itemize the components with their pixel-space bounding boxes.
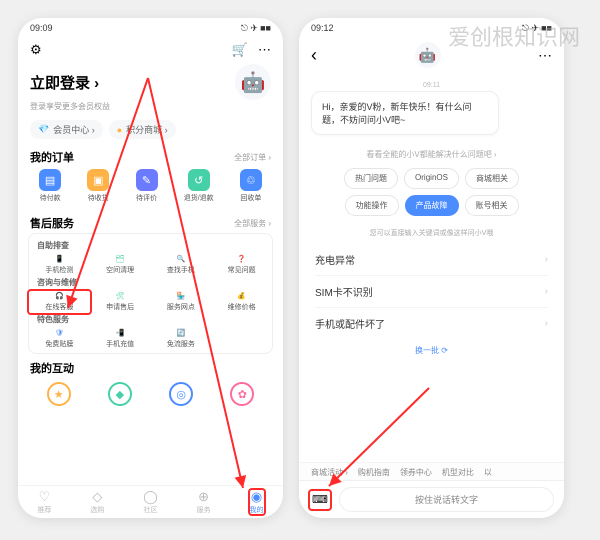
consult-label: 咨询与维修 [29, 277, 272, 290]
tab-service[interactable]: ⊕服务 [197, 489, 211, 515]
pill-account[interactable]: 账号相关 [465, 195, 519, 216]
keyboard-icon[interactable]: ⌨ [309, 489, 331, 511]
login-subtitle: 登录享受更多会员权益 [18, 101, 283, 116]
input-bar: ⌨ 按住说话转文字 [299, 480, 564, 518]
status-right: ⎋ ✈ ■■ [241, 23, 271, 34]
sugg-coupon[interactable]: 领券中心 [400, 467, 432, 478]
message-time: 09:11 [311, 80, 552, 91]
interact-3[interactable]: ◎ [169, 382, 193, 406]
more-icon[interactable]: ⋯ [258, 42, 271, 58]
sugg-guide[interactable]: 购机指南 [358, 467, 390, 478]
order-pending-pay[interactable]: ▤待付款 [39, 169, 61, 203]
status-time: 09:09 [30, 23, 53, 33]
order-refund[interactable]: ↺退货/退款 [184, 169, 214, 203]
avatar[interactable]: 🤖 [235, 64, 271, 100]
sugg-promo[interactable]: 商城活动 › [311, 467, 348, 478]
order-pending-receive[interactable]: ▣待收货 [87, 169, 109, 203]
pill-hot[interactable]: 热门问题 [344, 168, 398, 189]
q-charge[interactable]: 充电异常› [315, 244, 548, 276]
svc-online-service[interactable]: 🎧在线客服 [29, 290, 90, 314]
orders-title: 我的订单 [30, 149, 74, 165]
page-watermark: 爱创根知识网 [448, 20, 580, 52]
back-button[interactable]: ‹ [311, 45, 317, 66]
svc-faq[interactable]: ❓常见问题 [211, 253, 272, 277]
pill-function[interactable]: 功能操作 [345, 195, 399, 216]
cart-icon[interactable]: 🛒 [232, 42, 248, 58]
chevron-right-icon: › [545, 318, 548, 329]
phone-left: 09:09 ⎋ ✈ ■■ ⚙ 🛒 ⋯ 立即登录 › 🤖 登录享受更多会员权益 💎… [18, 18, 283, 518]
interact-title: 我的互动 [30, 360, 74, 376]
special-label: 特色服务 [29, 314, 272, 327]
q-sim[interactable]: SIM卡不识别› [315, 276, 548, 308]
phone-right: 09:12 ⎋ ✈ ■■ ‹ 🤖 ⋯ 09:11 Hi，亲爱的V粉，新年快乐！有… [299, 18, 564, 518]
orders-all-link[interactable]: 全部订单 › [234, 152, 271, 163]
svc-clean[interactable]: 🗂空间清理 [90, 253, 151, 277]
svc-repair-price[interactable]: 💰维修价格 [211, 290, 272, 314]
svc-phone-check[interactable]: 📱手机检测 [29, 253, 90, 277]
q-broken[interactable]: 手机或配件坏了› [315, 308, 548, 339]
chevron-right-icon: › [545, 286, 548, 297]
aftersales-title: 售后服务 [30, 215, 74, 231]
coin-icon: ● [117, 125, 122, 135]
svc-store[interactable]: 🏪服务网点 [151, 290, 212, 314]
order-pending-review[interactable]: ✎待评价 [136, 169, 158, 203]
chat-avatar: 🤖 [415, 42, 441, 68]
pill-shop[interactable]: 商城相关 [465, 168, 519, 189]
pill-fault[interactable]: 产品故障 [405, 195, 459, 216]
login-title[interactable]: 立即登录 › [30, 72, 99, 93]
svc-find-phone[interactable]: 🔍查找手机 [151, 253, 212, 277]
sugg-more[interactable]: 以 [484, 467, 492, 478]
order-recycle[interactable]: ♲回收单 [240, 169, 262, 203]
tab-shop[interactable]: ◇选购 [90, 489, 104, 515]
pill-originos[interactable]: OriginOS [404, 168, 459, 189]
svc-film[interactable]: 🛡免费贴膜 [29, 327, 90, 351]
chevron-right-icon: › [545, 254, 548, 265]
tab-bar: ♡推荐 ◇选购 ◯社区 ⊕服务 ◉我的 [18, 485, 283, 518]
tab-mine[interactable]: ◉我的 [250, 489, 264, 515]
svc-recharge[interactable]: 📲手机充值 [90, 327, 151, 351]
svc-nodata[interactable]: 🔄免流服务 [151, 327, 212, 351]
tab-community[interactable]: ◯社区 [143, 489, 158, 515]
hint-text: 您可以直接输入关键词或像这样问小V哦 [299, 222, 564, 244]
prompt-text[interactable]: 看看全能的小V都能解决什么问题吧 › [299, 143, 564, 166]
tab-recommend[interactable]: ♡推荐 [37, 489, 51, 515]
suggestion-bar: 商城活动 › 购机指南 领券中心 机型对比 以 [299, 462, 564, 482]
chip-member[interactable]: 💎 会员中心 › [30, 120, 103, 139]
diamond-icon: 💎 [38, 124, 49, 135]
interact-1[interactable]: ★ [47, 382, 71, 406]
svc-apply-aftersale[interactable]: 🛠申请售后 [90, 290, 151, 314]
interact-4[interactable]: ✿ [230, 382, 254, 406]
settings-icon[interactable]: ⚙ [30, 42, 42, 58]
voice-input[interactable]: 按住说话转文字 [339, 487, 554, 512]
service-box: 自助排查 📱手机检测 🗂空间清理 🔍查找手机 ❓常见问题 咨询与维修 🎧在线客服… [28, 233, 273, 354]
aftersales-all-link[interactable]: 全部服务 › [234, 218, 271, 229]
status-time-2: 09:12 [311, 23, 334, 33]
pill-row: 热门问题 OriginOS 商城相关 功能操作 产品故障 账号相关 [299, 166, 564, 222]
chip-points[interactable]: ● 积分商城 › [109, 120, 176, 139]
refresh-button[interactable]: 换一批 ⟳ [299, 339, 564, 362]
status-bar: 09:09 ⎋ ✈ ■■ [18, 18, 283, 38]
chat-bubble: Hi，亲爱的V粉，新年快乐！有什么问题，不妨问问小V吧~ [311, 91, 499, 135]
selfcheck-label: 自助排查 [29, 240, 272, 253]
interact-2[interactable]: ◆ [108, 382, 132, 406]
sugg-compare[interactable]: 机型对比 [442, 467, 474, 478]
